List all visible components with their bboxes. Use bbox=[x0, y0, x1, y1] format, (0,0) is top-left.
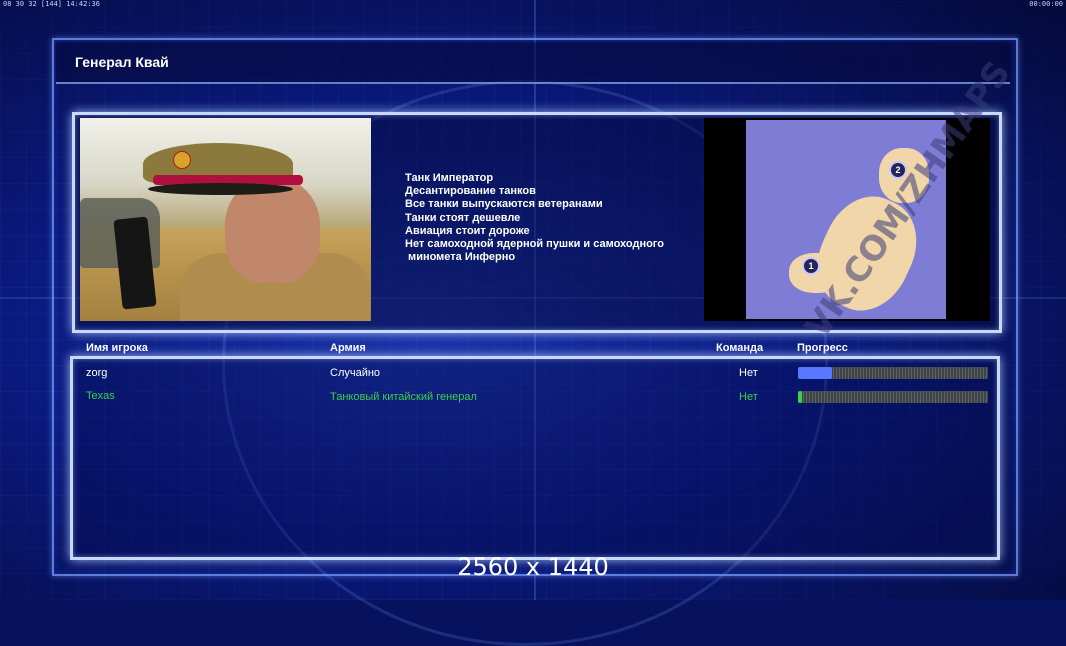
player-progress-bar bbox=[798, 367, 988, 379]
hud-bar: 08 30 32 [144] 14:42:36 00:00:00 bbox=[0, 0, 1066, 10]
player-team-select[interactable]: Нет bbox=[739, 391, 758, 403]
bio-line: Нет самоходной ядерной пушки и самоходно… bbox=[405, 238, 664, 251]
progress-fill bbox=[798, 391, 802, 403]
hud-clock: 00:00:00 bbox=[1029, 0, 1063, 8]
resolution-label: 2560 x 1440 bbox=[457, 553, 609, 581]
map-preview[interactable]: VK.COM/ZHMAPS 1 2 bbox=[704, 54, 1019, 346]
player-army-select[interactable]: Танковый китайский генерал bbox=[330, 391, 477, 403]
title-bar bbox=[56, 42, 1010, 84]
player-name[interactable]: zorg bbox=[86, 367, 107, 379]
hud-stats: 08 30 32 [144] 14:42:36 bbox=[3, 0, 100, 8]
bio-line: Все танки выпускаются ветеранами bbox=[405, 198, 603, 211]
bio-line: Авиация стоит дороже bbox=[405, 224, 530, 237]
column-header-player: Имя игрока bbox=[86, 342, 148, 354]
start-position-marker-2[interactable]: 2 bbox=[889, 161, 907, 179]
progress-fill bbox=[798, 367, 833, 379]
players-list bbox=[70, 356, 1000, 560]
column-header-army: Армия bbox=[330, 342, 366, 354]
column-header-progress: Прогресс bbox=[797, 342, 848, 354]
general-description: Танк Император Десантирование танков Все… bbox=[405, 172, 695, 264]
general-portrait-image bbox=[80, 118, 371, 321]
page-title: Генерал Квай bbox=[75, 54, 169, 70]
bio-line: Танки стоят дешевле bbox=[405, 211, 521, 224]
cap-badge-icon bbox=[173, 151, 191, 169]
column-header-team: Команда bbox=[716, 342, 764, 354]
player-team-select[interactable]: Нет bbox=[739, 367, 758, 379]
start-position-marker-1[interactable]: 1 bbox=[802, 257, 820, 275]
player-army-select[interactable]: Случайно bbox=[330, 367, 380, 379]
bio-line: Танк Император bbox=[405, 172, 494, 184]
player-progress-bar bbox=[798, 391, 988, 403]
player-name[interactable]: Texas bbox=[86, 390, 115, 402]
bio-line: минометa Инферно bbox=[405, 251, 516, 264]
bio-line: Десантирование танков bbox=[405, 185, 536, 198]
